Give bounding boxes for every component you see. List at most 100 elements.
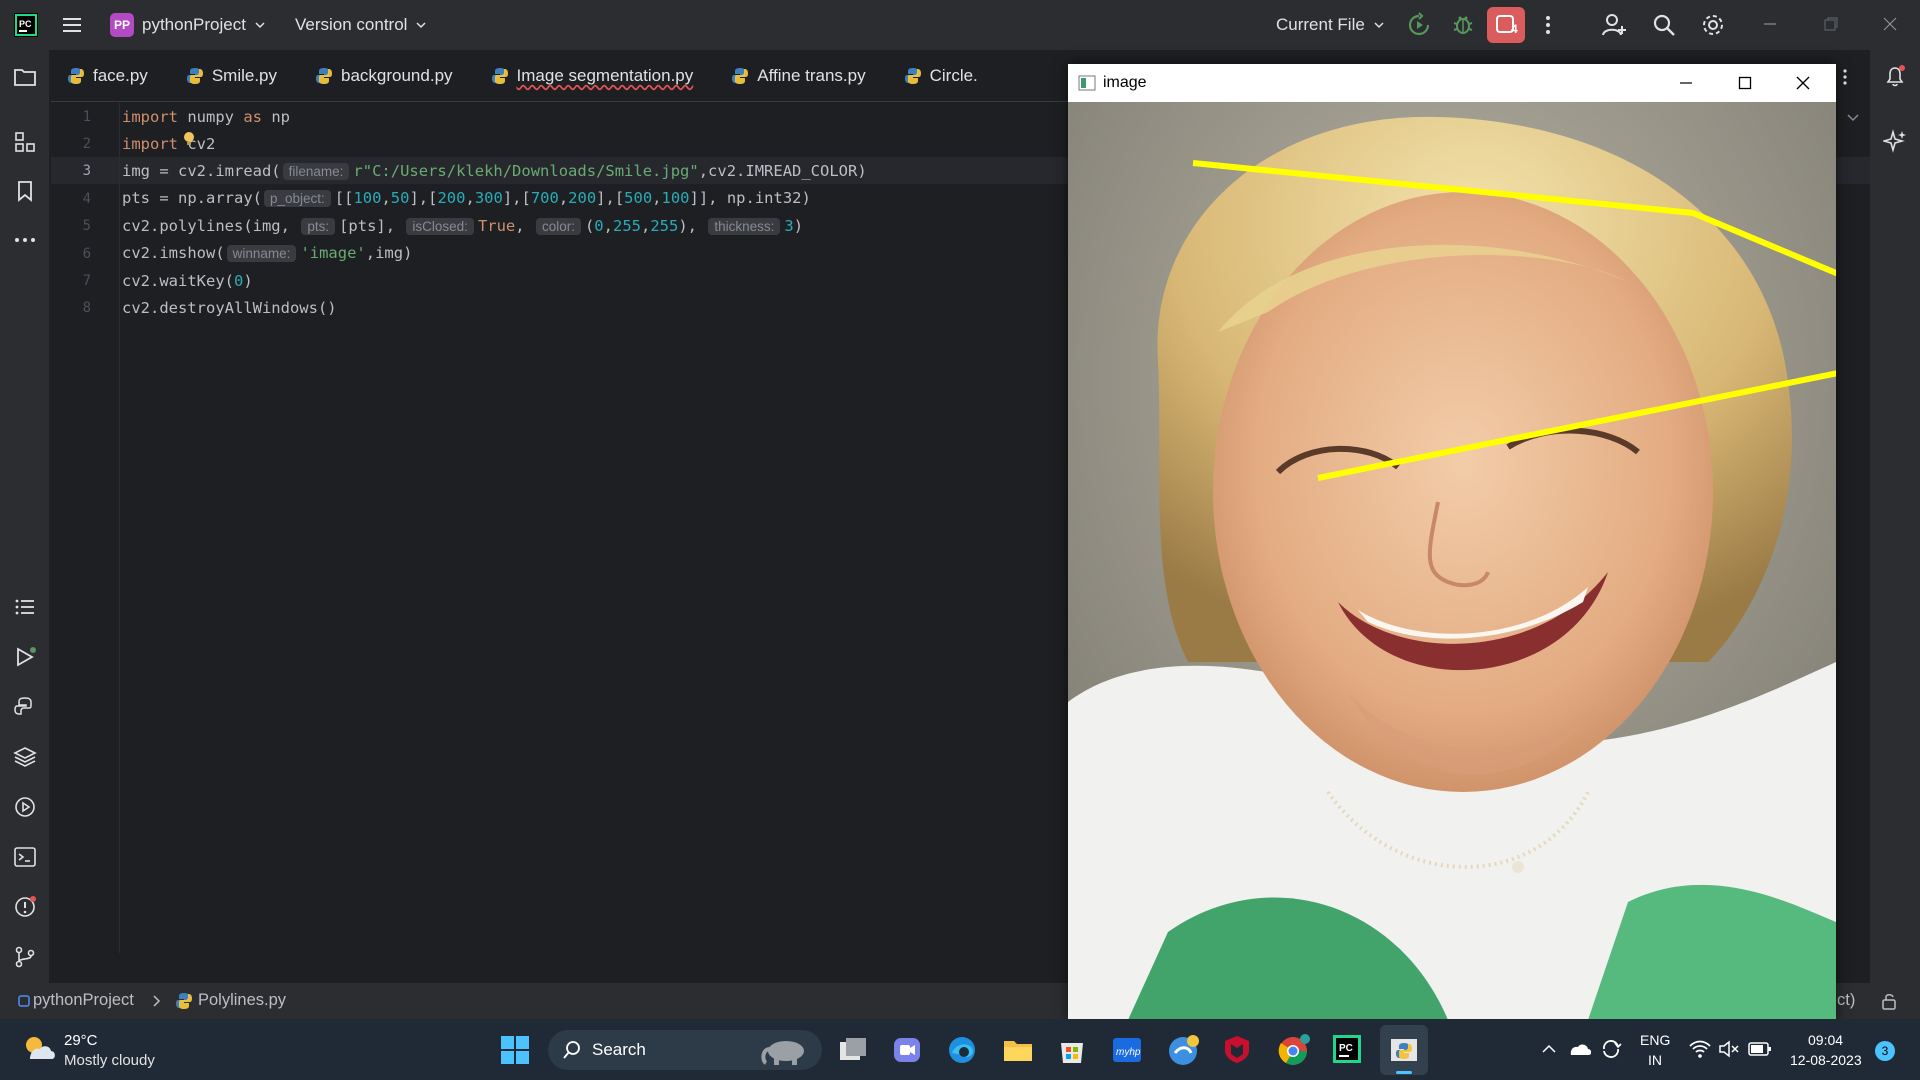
terminal-icon[interactable] bbox=[13, 845, 37, 869]
more-tools-icon[interactable] bbox=[13, 228, 37, 252]
settings-gear-icon[interactable] bbox=[1700, 12, 1726, 38]
git-branch-icon[interactable] bbox=[13, 945, 37, 969]
onedrive-cloud-icon[interactable] bbox=[1568, 1039, 1592, 1059]
opencv-image-window[interactable]: image bbox=[1068, 64, 1836, 1020]
teams-chat-icon[interactable] bbox=[892, 1035, 922, 1065]
input-region[interactable]: IN bbox=[1648, 1052, 1662, 1068]
tab-face-py[interactable]: face.py bbox=[51, 50, 170, 101]
tab-background-py[interactable]: background.py bbox=[299, 50, 475, 101]
python-file-icon bbox=[732, 67, 749, 84]
main-menu-icon[interactable] bbox=[60, 13, 84, 37]
run-icon[interactable] bbox=[13, 645, 37, 669]
chrome-browser-icon[interactable] bbox=[1277, 1033, 1311, 1067]
image-window-title: image bbox=[1103, 74, 1147, 91]
number-literal: 500 bbox=[624, 189, 653, 207]
chevron-right-icon bbox=[150, 994, 164, 1008]
clock-date[interactable]: 12-08-2023 bbox=[1790, 1052, 1862, 1068]
image-window-titlebar[interactable]: image bbox=[1068, 64, 1836, 102]
taskbar-search-box[interactable]: Search bbox=[548, 1030, 822, 1070]
intention-bulb-icon[interactable] bbox=[182, 131, 196, 147]
clock-time[interactable]: 09:04 bbox=[1808, 1032, 1843, 1048]
code-line-3[interactable]: img = cv2.imread(filename: r"C:/Users/kle… bbox=[122, 162, 867, 180]
version-control-menu[interactable]: Version control bbox=[295, 15, 427, 35]
more-actions-icon[interactable] bbox=[1536, 13, 1560, 37]
code-line-8[interactable]: cv2.destroyAllWindows() bbox=[122, 299, 337, 317]
code-line-2[interactable]: import cv2 bbox=[122, 135, 215, 153]
volume-muted-icon[interactable] bbox=[1718, 1039, 1740, 1059]
bookmarks-icon[interactable] bbox=[13, 179, 37, 203]
weather-desc[interactable]: Mostly cloudy bbox=[64, 1052, 155, 1069]
python-idle-icon[interactable] bbox=[1167, 1033, 1201, 1067]
wifi-icon[interactable] bbox=[1689, 1039, 1711, 1059]
todo-list-icon[interactable] bbox=[13, 595, 37, 619]
code-text: , bbox=[515, 217, 534, 235]
code-text: , bbox=[465, 189, 475, 207]
code-line-5[interactable]: cv2.polylines(img, pts: [pts], isClosed: T… bbox=[122, 217, 803, 235]
code-line-1[interactable]: import numpy as np bbox=[122, 108, 290, 126]
project-selector[interactable]: PP pythonProject bbox=[110, 13, 266, 37]
ai-assistant-icon[interactable] bbox=[1883, 129, 1907, 153]
line-number: 5 bbox=[82, 218, 91, 234]
tab-smile-py[interactable]: Smile.py bbox=[170, 50, 299, 101]
stop-button[interactable]: 4 bbox=[1487, 7, 1525, 43]
restore-icon[interactable] bbox=[1823, 16, 1839, 32]
maximize-icon[interactable] bbox=[1738, 76, 1752, 90]
microsoft-store-icon[interactable] bbox=[1057, 1035, 1087, 1065]
task-view-icon[interactable] bbox=[838, 1036, 868, 1064]
chevron-down-icon bbox=[255, 22, 265, 29]
sync-icon[interactable] bbox=[1599, 1037, 1623, 1061]
tab-circle-py[interactable]: Circle. bbox=[888, 50, 1000, 101]
windows-start-icon[interactable] bbox=[500, 1035, 530, 1065]
unlock-icon[interactable] bbox=[1880, 992, 1898, 1010]
chevron-up-icon[interactable] bbox=[1541, 1042, 1557, 1056]
python-packages-icon[interactable] bbox=[13, 745, 37, 769]
opencv-window-taskbar-button[interactable] bbox=[1380, 1025, 1428, 1075]
code-text: cv2.polylines(img, bbox=[122, 217, 300, 235]
chevron-down-icon[interactable] bbox=[1846, 111, 1860, 125]
line-number: 1 bbox=[82, 109, 91, 125]
param-hint: winname: bbox=[226, 245, 297, 262]
code-with-me-icon[interactable] bbox=[1601, 12, 1627, 38]
edge-browser-icon[interactable] bbox=[947, 1035, 977, 1065]
close-icon[interactable] bbox=[1796, 76, 1810, 90]
problems-icon[interactable] bbox=[13, 895, 37, 919]
interpreter-fragment[interactable]: ct) bbox=[1837, 991, 1855, 1010]
code-line-7[interactable]: cv2.waitKey(0) bbox=[122, 272, 253, 290]
file-explorer-icon[interactable] bbox=[1002, 1035, 1034, 1065]
breadcrumb-file[interactable]: Polylines.py bbox=[198, 991, 286, 1010]
python-console-icon[interactable] bbox=[13, 695, 37, 719]
minimize-icon[interactable] bbox=[1762, 16, 1778, 32]
input-language[interactable]: ENG bbox=[1640, 1032, 1670, 1048]
weather-temp[interactable]: 29°C bbox=[64, 1032, 98, 1049]
myhp-icon[interactable]: myhp bbox=[1112, 1035, 1142, 1065]
project-folder-icon[interactable] bbox=[13, 65, 37, 89]
tab-overflow-icon[interactable] bbox=[1839, 67, 1851, 87]
line-number: 6 bbox=[82, 246, 91, 262]
notifications-bell-icon[interactable] bbox=[1883, 64, 1907, 88]
code-text: ,cv2.IMREAD_COLOR) bbox=[698, 162, 867, 180]
code-text: cv2.imshow( bbox=[122, 244, 225, 262]
tab-image-segmentation-py[interactable]: Image segmentation.py bbox=[475, 50, 716, 101]
run-config-selector[interactable]: Current File bbox=[1276, 15, 1385, 35]
pycharm-taskbar-icon[interactable]: PC bbox=[1332, 1034, 1362, 1064]
code-text: ), bbox=[678, 217, 707, 235]
search-icon[interactable] bbox=[1651, 12, 1677, 38]
debug-icon[interactable] bbox=[1450, 12, 1476, 38]
code-line-4[interactable]: pts = np.array(p_object: [[100,50],[200,3… bbox=[122, 189, 811, 207]
code-text: , bbox=[652, 189, 662, 207]
close-icon[interactable] bbox=[1882, 16, 1898, 32]
structure-icon[interactable] bbox=[13, 130, 37, 154]
keyword: as bbox=[243, 108, 262, 126]
title-bar: PC PP pythonProject Version control Curr… bbox=[0, 0, 1920, 50]
code-line-6[interactable]: cv2.imshow(winname:'image',img) bbox=[122, 244, 412, 262]
mcafee-icon[interactable] bbox=[1222, 1034, 1252, 1064]
services-icon[interactable] bbox=[13, 795, 37, 819]
notification-count-badge[interactable]: 3 bbox=[1875, 1041, 1895, 1061]
code-text: ],[ bbox=[409, 189, 438, 207]
rerun-icon[interactable] bbox=[1406, 12, 1432, 38]
battery-icon[interactable] bbox=[1748, 1040, 1772, 1058]
tab-affine-trans-py[interactable]: Affine trans.py bbox=[715, 50, 887, 101]
cloud-weather-icon[interactable] bbox=[22, 1033, 58, 1063]
breadcrumb-project[interactable]: pythonProject bbox=[33, 991, 134, 1010]
minimize-icon[interactable] bbox=[1679, 76, 1693, 90]
